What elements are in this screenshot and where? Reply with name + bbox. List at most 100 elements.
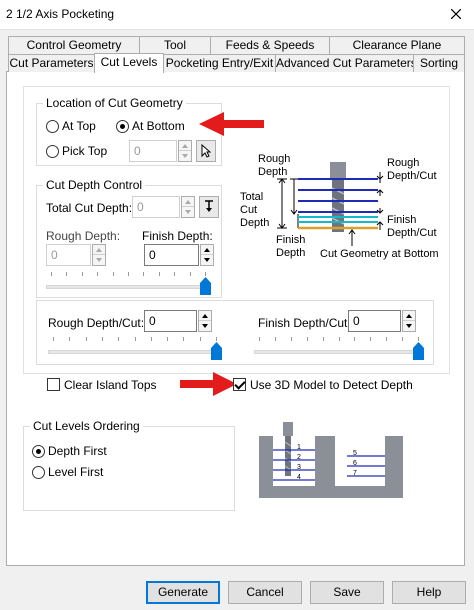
pick-top-radio[interactable] (46, 145, 59, 158)
slider-tick (113, 272, 114, 276)
rough-depth-cut-field[interactable]: 0 (144, 310, 197, 332)
diag-cut-geometry: Cut Geometry at Bottom (320, 248, 439, 260)
diag-total-1: Total (240, 191, 263, 203)
at-top-label: At Top (62, 119, 96, 133)
help-button[interactable]: Help (392, 581, 466, 604)
total-cut-depth-spinner[interactable] (181, 196, 195, 218)
rough-depth-spinner[interactable] (92, 244, 106, 266)
finish-depth-cut-field[interactable]: 0 (348, 310, 401, 332)
slider-ticks (46, 272, 211, 278)
pick-top-label: Pick Top (62, 144, 108, 158)
rough-depth-cut-label: Rough Depth/Cut: (48, 316, 145, 330)
rough-depth-cut-slider[interactable] (48, 335, 222, 360)
use-3d-model-label: Use 3D Model to Detect Depth (250, 378, 413, 392)
total-cut-depth-label: Total Cut Depth: (46, 201, 133, 215)
slider-tick (174, 272, 175, 276)
cut-depth-diagram: Rough Depth Total Cut Depth Finish Depth (240, 153, 439, 260)
diag-rough-cut-1: Rough (387, 157, 419, 169)
slider-tick (66, 272, 67, 276)
diag-finish-cut-1: Finish (387, 214, 416, 226)
location-group: Location of Cut Geometry At Top At Botto… (36, 96, 222, 166)
pick-top-button[interactable] (196, 140, 216, 162)
at-top-radio[interactable] (46, 120, 59, 133)
at-bottom-label: At Bottom (132, 119, 185, 133)
order-num-7: 7 (353, 470, 357, 477)
slider-tick (402, 337, 403, 341)
slider-tick (386, 337, 387, 341)
depth-first-radio[interactable] (32, 445, 45, 458)
order-num-2: 2 (297, 454, 301, 461)
tab-advanced-cut-parameters[interactable]: Advanced Cut Parameters (275, 54, 417, 72)
diag-total-2: Cut (240, 204, 257, 216)
ordering-legend: Cut Levels Ordering (30, 419, 143, 433)
slider-tick (143, 272, 144, 276)
rough-depth-label: Rough Depth: (46, 229, 121, 243)
pick-top-spinner[interactable] (178, 140, 192, 162)
level-first-label: Level First (48, 465, 104, 479)
ordering-group: Cut Levels Ordering Depth First Level Fi… (23, 419, 235, 511)
finish-depth-cut-slider[interactable] (254, 335, 424, 360)
at-bottom-radio[interactable] (116, 120, 129, 133)
slider-tick (128, 272, 129, 276)
depth-control-group: Cut Depth Control Total Cut Depth: 0 Rou… (36, 178, 222, 298)
tab-pocketing-entry-exit[interactable]: Pocketing Entry/Exit (163, 54, 276, 72)
level-first-radio[interactable] (32, 466, 45, 479)
tab-row-back: Control Geometry Tool Feeds & Speeds Cle… (6, 36, 465, 54)
diag-rough-depth-2: Depth (258, 166, 287, 178)
slider-track (254, 350, 424, 354)
order-num-3: 3 (297, 464, 301, 471)
diag-finish-cut-2: Depth/Cut (387, 227, 437, 239)
order-num-1: 1 (297, 444, 301, 451)
rough-depth-cut-spinner[interactable] (198, 310, 212, 332)
finish-depth-field[interactable]: 0 (144, 244, 199, 266)
slider-thumb[interactable] (413, 342, 424, 360)
finish-depth-cut-spinner[interactable] (402, 310, 416, 332)
tab-tool[interactable]: Tool (139, 36, 211, 54)
slider-tick (82, 272, 83, 276)
finish-depth-spinner[interactable] (200, 244, 214, 266)
pick-depth-button[interactable] (199, 196, 219, 218)
total-cut-depth-field[interactable]: 0 (132, 196, 180, 218)
annotation-arrow-location (199, 112, 264, 136)
finish-depth-slider[interactable] (46, 270, 211, 295)
slider-tick (354, 337, 355, 341)
slider-track (48, 350, 222, 354)
save-button[interactable]: Save (310, 581, 384, 604)
diag-rough-depth-1: Rough (258, 153, 290, 165)
slider-tick (69, 337, 70, 341)
diag-finish-depth-1: Finish (276, 234, 305, 246)
use-3d-model-checkbox[interactable] (233, 378, 246, 391)
clear-island-tops-checkbox[interactable] (47, 378, 60, 391)
slider-tick (86, 337, 87, 341)
diag-total-3: Depth (240, 217, 269, 229)
tab-cut-levels[interactable]: Cut Levels (94, 53, 164, 73)
clear-island-tops-label: Clear Island Tops (64, 378, 157, 392)
tab-sorting[interactable]: Sorting (413, 54, 465, 72)
finish-depth-cut-label: Finish Depth/Cut: (258, 316, 351, 330)
slider-ticks (254, 337, 424, 343)
tab-cut-parameters[interactable]: Cut Parameters (8, 54, 95, 72)
tab-control-geometry[interactable]: Control Geometry (8, 36, 140, 54)
rough-depth-field[interactable]: 0 (46, 244, 91, 266)
generate-button[interactable]: Generate (146, 581, 220, 604)
slider-tick (205, 272, 206, 276)
cancel-button[interactable]: Cancel (228, 581, 302, 604)
close-button[interactable] (444, 3, 468, 25)
cursor-arrow-icon (201, 144, 211, 158)
tab-clearance-plane[interactable]: Clearance Plane (329, 36, 465, 54)
tab-feeds-speeds[interactable]: Feeds & Speeds (210, 36, 330, 54)
slider-tick (200, 337, 201, 341)
slider-tick (216, 337, 217, 341)
slider-tick (167, 337, 168, 341)
slider-tick (259, 337, 260, 341)
slider-thumb[interactable] (200, 277, 211, 295)
close-icon (451, 9, 461, 19)
depth-per-cut-group: Rough Depth/Cut: 0 Finish Depth/Cut: 0 (36, 300, 434, 365)
slider-ticks (48, 337, 222, 343)
pick-top-field[interactable]: 0 (129, 140, 177, 162)
slider-tick (151, 337, 152, 341)
slider-thumb[interactable] (211, 342, 222, 360)
tab-row-front: Cut Parameters Cut Levels Pocketing Entr… (6, 53, 465, 73)
ordering-diagram: 1 2 3 4 5 6 7 (259, 422, 403, 498)
cut-levels-panel: Location of Cut Geometry At Top At Botto… (6, 71, 465, 566)
